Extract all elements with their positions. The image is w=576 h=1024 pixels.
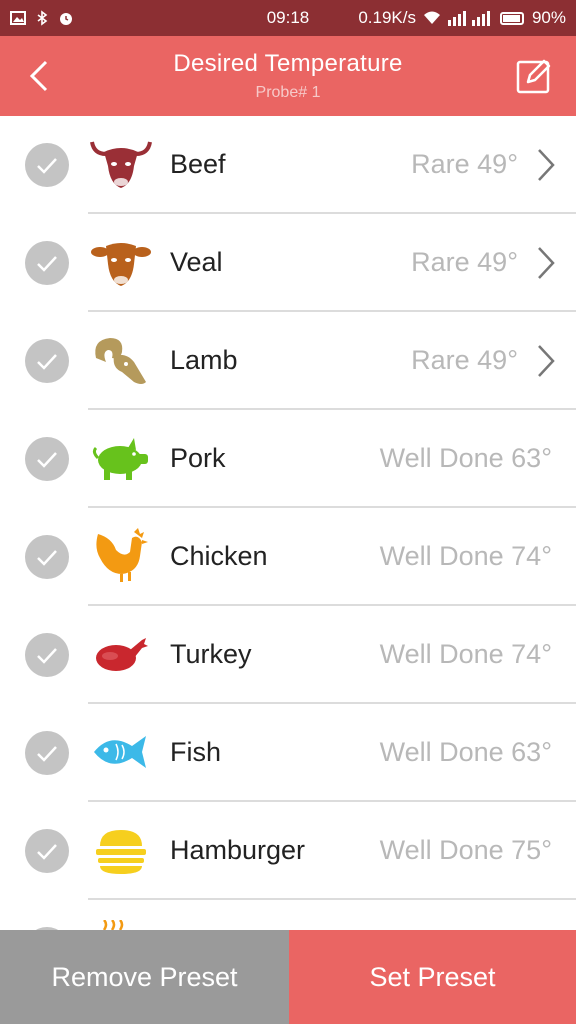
item-name: Pork	[170, 443, 226, 473]
food-icon	[102, 920, 124, 930]
app-bar: Desired Temperature Probe# 1	[0, 36, 576, 116]
item-temperature: Well Done 74°	[379, 639, 552, 669]
item-temperature: Rare 49°	[411, 149, 518, 179]
list-item-lamb[interactable]: Lamb Rare 49°	[0, 312, 576, 410]
veal-icon	[91, 243, 151, 286]
chevron-right-icon[interactable]	[536, 148, 556, 182]
item-name: Chicken	[170, 541, 268, 571]
item-temperature: Rare 49°	[411, 247, 518, 277]
list-item-turkey[interactable]: Turkey Well Done 74°	[0, 606, 576, 704]
checkmark-icon[interactable]	[25, 437, 69, 481]
item-name: Fish	[170, 737, 222, 767]
set-preset-button[interactable]: Set Preset	[289, 930, 576, 1024]
signal-icon	[447, 11, 490, 26]
edit-icon[interactable]	[514, 56, 554, 96]
beef-icon	[90, 141, 152, 188]
list-item-beef[interactable]: Beef Rare 49°	[0, 116, 576, 214]
checkmark-icon[interactable]	[25, 339, 69, 383]
item-name: Beef	[170, 149, 226, 179]
list-item-pork[interactable]: Pork Well Done 63°	[0, 410, 576, 508]
battery-level: 90%	[531, 8, 566, 27]
checkmark-icon[interactable]	[25, 829, 69, 873]
checkmark-icon[interactable]	[25, 731, 69, 775]
item-temperature: Well Done 63°	[379, 443, 552, 473]
list-item-fish[interactable]: Fish Well Done 63°	[0, 704, 576, 802]
status-icons-left	[10, 10, 74, 26]
item-name: Hamburger	[170, 835, 306, 865]
item-temperature: Well Done 74°	[379, 541, 552, 571]
item-name: Turkey	[170, 639, 252, 669]
item-name: Lamb	[170, 345, 238, 375]
alarm-icon	[60, 13, 72, 25]
image-notification-icon	[10, 11, 26, 25]
checkmark-icon[interactable]	[25, 535, 69, 579]
chicken-icon	[96, 528, 148, 582]
fish-icon	[94, 736, 146, 768]
list-item-hamburger[interactable]: Hamburger Well Done 75°	[0, 802, 576, 900]
checkmark-icon[interactable]	[25, 633, 69, 677]
chevron-right-icon[interactable]	[536, 344, 556, 378]
pork-icon	[92, 438, 148, 480]
list-item-chicken[interactable]: Chicken Well Done 74°	[0, 508, 576, 606]
list-item-partial[interactable]	[0, 900, 576, 930]
list-item-veal[interactable]: Veal Rare 49°	[0, 214, 576, 312]
wifi-icon	[423, 11, 440, 24]
remove-preset-button[interactable]: Remove Preset	[0, 930, 289, 1024]
chevron-right-icon[interactable]	[536, 246, 556, 280]
bluetooth-icon	[37, 10, 48, 26]
page-subtitle: Probe# 1	[255, 84, 321, 101]
checkmark-icon[interactable]	[25, 241, 69, 285]
battery-icon	[499, 11, 524, 25]
item-temperature: Well Done 63°	[379, 737, 552, 767]
checkmark-icon[interactable]	[25, 143, 69, 187]
meat-list: Beef Rare 49° Veal Rare 49° Lamb Rare 49…	[0, 116, 576, 930]
lamb-icon	[95, 338, 146, 384]
item-temperature: Well Done 75°	[379, 835, 552, 865]
turkey-icon	[96, 638, 148, 671]
page-title: Desired Temperature	[173, 50, 403, 77]
hamburger-icon	[96, 830, 146, 874]
network-speed: 0.19K/s	[358, 8, 416, 27]
status-bar: 09:18 0.19K/s 90%	[0, 0, 576, 36]
item-name: Veal	[170, 247, 223, 277]
item-temperature: Rare 49°	[411, 345, 518, 375]
status-icons-right: 0.19K/s 90%	[358, 8, 566, 28]
